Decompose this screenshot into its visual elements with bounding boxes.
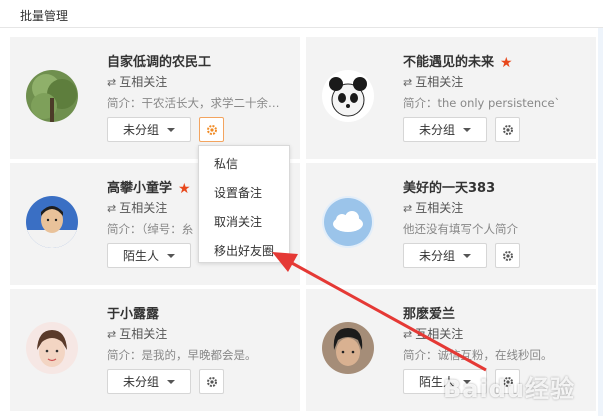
friend-name[interactable]: 于小露露 xyxy=(107,303,159,322)
avatar[interactable] xyxy=(322,196,374,248)
mutual-arrows-icon: ⇄ xyxy=(107,202,117,215)
relation-status: ⇄ 互相关注 xyxy=(403,327,464,341)
menu-item-private-message[interactable]: 私信 xyxy=(214,155,238,172)
friend-bio: 简介：干农活长大，求学二十余… xyxy=(107,96,280,110)
settings-button[interactable] xyxy=(495,117,520,142)
mutual-arrows-icon: ⇄ xyxy=(107,76,117,89)
avatar[interactable] xyxy=(322,70,374,122)
friend-name[interactable]: 那麽爱兰 xyxy=(403,303,455,322)
gear-icon xyxy=(502,250,513,261)
friend-bio: 简介：诚信互粉，在线秒回。 xyxy=(403,348,553,362)
caret-down-icon xyxy=(167,379,175,384)
baidu-watermark: Baidu经验 xyxy=(443,375,575,403)
friend-name[interactable]: 高攀小童学 ★ xyxy=(107,177,191,197)
relation-status: ⇄ 互相关注 xyxy=(107,327,168,341)
friend-card: 于小露露 ⇄ 互相关注 简介：是我的，早晚都会是。 未分组 xyxy=(10,289,300,411)
star-icon: ★ xyxy=(178,181,191,197)
caret-down-icon xyxy=(463,127,471,132)
caret-down-icon xyxy=(463,253,471,258)
menu-item-remove-from-circle[interactable]: 移出好友圈 xyxy=(214,242,274,259)
settings-button[interactable] xyxy=(199,369,224,394)
avatar-boy-image xyxy=(322,322,374,374)
group-select-button[interactable]: 未分组 xyxy=(403,243,487,268)
friend-bio: 简介：the only persistence` xyxy=(403,96,561,110)
friend-name[interactable]: 美好的一天383 xyxy=(403,177,495,196)
gear-icon xyxy=(206,124,217,135)
group-select-button[interactable]: 未分组 xyxy=(107,117,191,142)
group-select-button[interactable]: 陌生人 xyxy=(107,243,191,268)
gear-icon xyxy=(502,124,513,135)
friend-card: 自家低调的农民工 ⇄ 互相关注 简介：干农活长大，求学二十余… 未分组 xyxy=(10,37,300,159)
relation-status: ⇄ 互相关注 xyxy=(107,75,168,89)
friend-name[interactable]: 不能遇见的未来 ★ xyxy=(403,51,513,71)
gear-icon xyxy=(206,376,217,387)
star-icon: ★ xyxy=(500,55,513,71)
group-select-button[interactable]: 未分组 xyxy=(107,369,191,394)
avatar-panda-image xyxy=(322,70,374,122)
avatar[interactable] xyxy=(26,322,78,374)
mutual-arrows-icon: ⇄ xyxy=(403,202,413,215)
mutual-arrows-icon: ⇄ xyxy=(403,76,413,89)
friend-bio: 他还没有填写个人简介 xyxy=(403,222,518,236)
avatar-tree-image xyxy=(26,70,78,122)
menu-item-unfollow[interactable]: 取消关注 xyxy=(214,213,262,230)
friend-card: 美好的一天383 ⇄ 互相关注 他还没有填写个人简介 未分组 xyxy=(306,163,596,285)
page-title: 批量管理 xyxy=(20,9,69,23)
friend-bio: 简介：是我的，早晚都会是。 xyxy=(107,348,257,362)
avatar-girl-image xyxy=(26,322,78,374)
settings-button[interactable] xyxy=(199,117,224,142)
menu-item-set-remark[interactable]: 设置备注 xyxy=(214,184,262,201)
relation-status: ⇄ 互相关注 xyxy=(107,201,168,215)
settings-dropdown-menu: 私信 设置备注 取消关注 移出好友圈 xyxy=(198,145,290,263)
relation-status: ⇄ 互相关注 xyxy=(403,201,464,215)
group-select-button[interactable]: 未分组 xyxy=(403,117,487,142)
relation-status: ⇄ 互相关注 xyxy=(403,75,464,89)
avatar[interactable] xyxy=(26,70,78,122)
top-bar: 批量管理 xyxy=(0,0,603,28)
friend-name[interactable]: 自家低调的农民工 xyxy=(107,51,211,70)
avatar[interactable] xyxy=(26,196,78,248)
caret-down-icon xyxy=(167,127,175,132)
mutual-arrows-icon: ⇄ xyxy=(403,328,413,341)
mutual-arrows-icon: ⇄ xyxy=(107,328,117,341)
avatar[interactable] xyxy=(322,322,374,374)
settings-button[interactable] xyxy=(495,243,520,268)
scrollbar[interactable] xyxy=(598,28,603,416)
caret-down-icon xyxy=(167,253,175,258)
avatar-person-image xyxy=(26,196,78,248)
friend-card: 不能遇见的未来 ★ ⇄ 互相关注 简介：the only persistence` … xyxy=(306,37,596,159)
avatar-cloud-image xyxy=(322,196,374,248)
